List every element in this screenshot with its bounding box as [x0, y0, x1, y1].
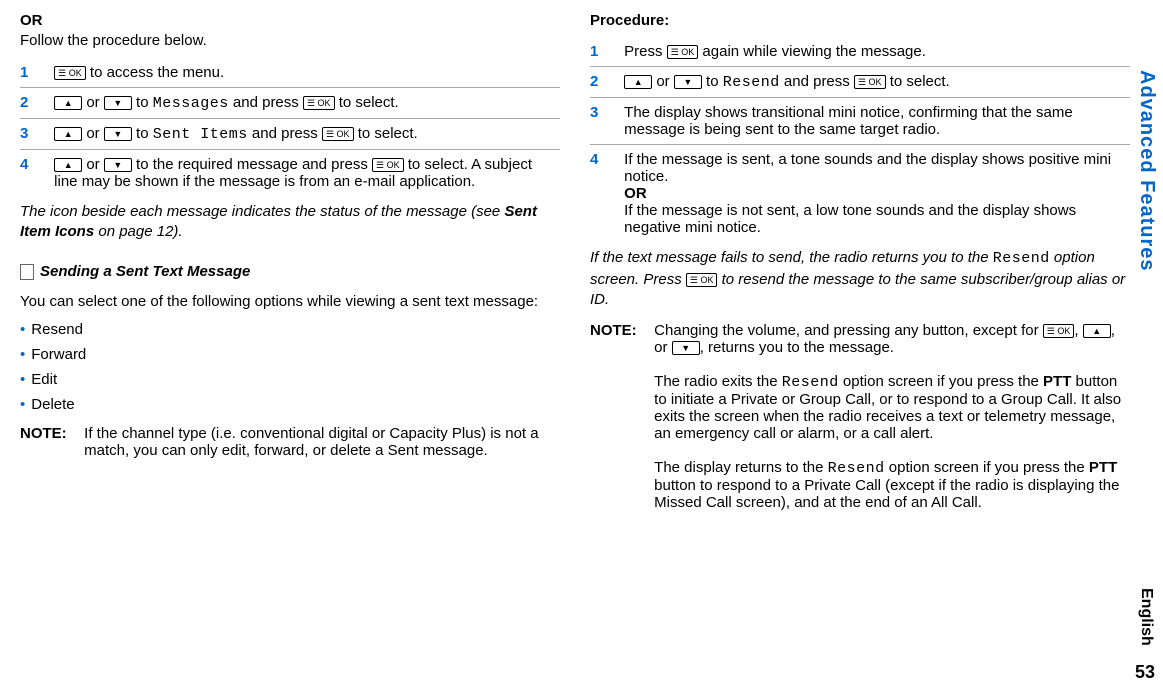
step-number: 3 — [590, 104, 620, 121]
right-footnote: If the text message fails to send, the r… — [590, 248, 1130, 310]
or-label: OR — [624, 185, 647, 202]
menu-label: Resend — [993, 250, 1050, 267]
down-key-icon — [674, 75, 702, 89]
down-key-icon — [104, 127, 132, 141]
page-content: OR Follow the procedure below. 1 ☰ OK to… — [0, 0, 1163, 511]
step-number: 4 — [590, 151, 620, 168]
ok-key-icon: ☰ OK — [667, 45, 699, 59]
step-number: 3 — [20, 125, 50, 142]
or-text: Follow the procedure below. — [20, 32, 207, 49]
language-label: English — [1137, 588, 1155, 646]
up-key-icon — [1083, 324, 1111, 338]
bullet-icon: • — [20, 371, 25, 388]
up-key-icon — [54, 96, 82, 110]
menu-label: Resend — [828, 460, 885, 477]
menu-label: Resend — [723, 74, 780, 91]
step-number: 4 — [20, 156, 50, 173]
ok-key-icon: ☰ OK — [854, 75, 886, 89]
subheading: Sending a Sent Text Message — [20, 262, 560, 282]
step-number: 1 — [20, 64, 50, 81]
up-key-icon — [624, 75, 652, 89]
note-label: NOTE: — [590, 322, 650, 339]
right-step-2: 2 or to Resend and press ☰ OK to select. — [590, 67, 1130, 98]
left-column: OR Follow the procedure below. 1 ☰ OK to… — [20, 0, 560, 511]
list-item: •Resend — [20, 321, 560, 338]
procedure-heading: Procedure: — [590, 11, 1130, 31]
ok-key-icon: ☰ OK — [686, 273, 718, 287]
right-steps: 1 Press ☰ OK again while viewing the mes… — [590, 37, 1130, 242]
list-item: •Forward — [20, 346, 560, 363]
bullet-icon: • — [20, 396, 25, 413]
menu-label: Sent Items — [153, 126, 248, 143]
left-footnote: The icon beside each message indicates t… — [20, 202, 560, 243]
left-step-1: 1 ☰ OK to access the menu. — [20, 58, 560, 88]
ok-key-icon: ☰ OK — [303, 96, 335, 110]
or-label: OR — [20, 12, 43, 29]
ok-key-icon: ☰ OK — [322, 127, 354, 141]
page-number: 53 — [1135, 662, 1155, 683]
note-text: If the channel type (i.e. conventional d… — [84, 425, 559, 459]
left-step-2: 2 or to Messages and press ☰ OK to selec… — [20, 88, 560, 119]
list-item: •Delete — [20, 396, 560, 413]
menu-label: Resend — [782, 374, 839, 391]
down-key-icon — [672, 341, 700, 355]
bullet-icon: • — [20, 321, 25, 338]
note-label: NOTE: — [20, 425, 80, 442]
subtext: You can select one of the following opti… — [20, 292, 560, 312]
section-title-vertical: Advanced Features — [1135, 70, 1158, 272]
right-note: NOTE: Changing the volume, and pressing … — [590, 322, 1130, 511]
right-step-4: 4 If the message is sent, a tone sounds … — [590, 145, 1130, 242]
options-list: •Resend •Forward •Edit •Delete — [20, 321, 560, 413]
down-key-icon — [104, 96, 132, 110]
menu-label: Messages — [153, 95, 229, 112]
ok-key-icon: ☰ OK — [54, 66, 86, 80]
right-step-3: 3 The display shows transitional mini no… — [590, 98, 1130, 145]
left-step-3: 3 or to Sent Items and press ☰ OK to sel… — [20, 119, 560, 150]
list-item: •Edit — [20, 371, 560, 388]
note-text: Changing the volume, and pressing any bu… — [654, 322, 1129, 511]
ok-key-icon: ☰ OK — [372, 158, 404, 172]
left-step-4: 4 or to the required message and press ☰… — [20, 150, 560, 196]
step-number: 1 — [590, 43, 620, 60]
right-column: Procedure: 1 Press ☰ OK again while view… — [590, 0, 1130, 511]
up-key-icon — [54, 127, 82, 141]
right-step-1: 1 Press ☰ OK again while viewing the mes… — [590, 37, 1130, 67]
left-steps: 1 ☰ OK to access the menu. 2 or to Messa… — [20, 58, 560, 196]
or-intro: OR Follow the procedure below. — [20, 11, 560, 52]
ok-key-icon: ☰ OK — [1043, 324, 1075, 338]
down-key-icon — [104, 158, 132, 172]
step-number: 2 — [20, 94, 50, 111]
document-icon — [20, 264, 34, 280]
bullet-icon: • — [20, 346, 25, 363]
up-key-icon — [54, 158, 82, 172]
step-number: 2 — [590, 73, 620, 90]
left-note: NOTE: If the channel type (i.e. conventi… — [20, 425, 560, 459]
